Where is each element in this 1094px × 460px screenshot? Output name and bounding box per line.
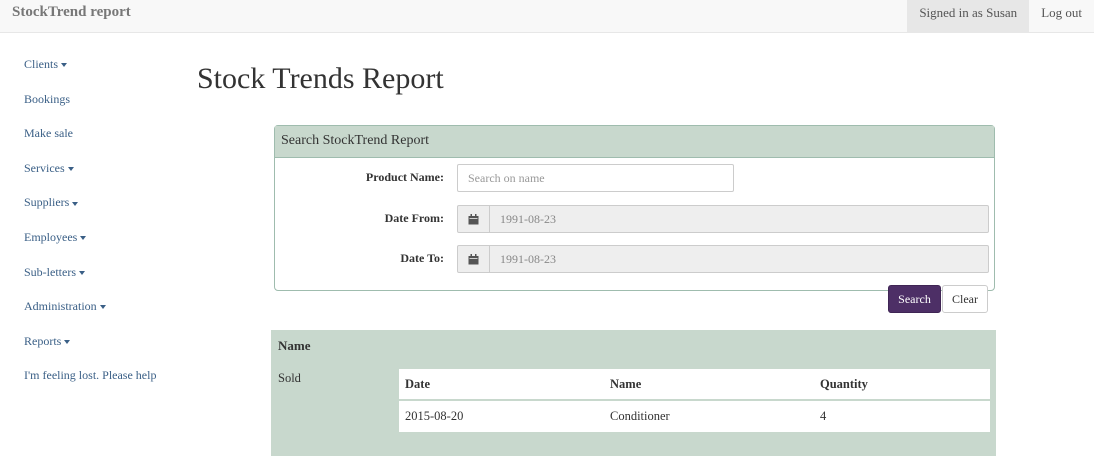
caret-down-icon <box>80 236 87 241</box>
sidebar-item-label: Make sale <box>24 126 73 141</box>
date-from-row: Date From: <box>275 205 994 233</box>
product-name-row: Product Name: <box>275 164 994 192</box>
sidebar-item-administration[interactable]: Administration <box>24 299 184 334</box>
table-header-row: Date Name Quantity <box>399 369 990 401</box>
date-to-input[interactable] <box>490 246 988 272</box>
sidebar-item-services[interactable]: Services <box>24 161 184 196</box>
sidebar-item-suppliers[interactable]: Suppliers <box>24 195 184 230</box>
navbar-right: Signed in as Susan Log out <box>907 0 1094 32</box>
sidebar-item-reports[interactable]: Reports <box>24 334 184 369</box>
sidebar-item-label: Administration <box>24 299 97 314</box>
sidebar-item-label: Bookings <box>24 91 71 106</box>
cell-quantity: 4 <box>820 409 827 423</box>
sidebar-item-sub-letters[interactable]: Sub-letters <box>24 265 184 300</box>
sidebar-item-label: Suppliers <box>24 195 70 210</box>
results-panel: Name Sold Date Name Quantity 2015-08-20 … <box>271 330 996 456</box>
date-to-row: Date To: <box>275 245 994 273</box>
search-button[interactable]: Search <box>888 285 941 313</box>
search-panel: Search StockTrend Report Product Name: D… <box>274 125 995 291</box>
sidebar-item-label: Clients <box>24 57 59 71</box>
results-table: Date Name Quantity 2015-08-20 Conditione… <box>399 369 990 432</box>
column-header-date: Date <box>399 369 604 401</box>
date-from-label: Date From: <box>384 211 444 225</box>
signed-in-user[interactable]: Signed in as Susan <box>907 0 1030 32</box>
date-to-label: Date To: <box>400 251 444 265</box>
sidebar-item-label: Employees <box>24 229 78 244</box>
date-from-input[interactable] <box>490 206 988 232</box>
brand-link[interactable]: StockTrend report <box>12 4 131 21</box>
column-header-name: Name <box>604 369 814 401</box>
calendar-icon[interactable] <box>458 206 490 232</box>
table-row: 2015-08-20 Conditioner 4 <box>399 400 990 432</box>
caret-down-icon <box>79 270 85 275</box>
sidebar-item-help[interactable]: I'm feeling lost. Please help <box>24 368 184 403</box>
sidebar-item-make-sale[interactable]: Make sale <box>24 126 184 161</box>
cell-date: 2015-08-20 <box>405 409 464 423</box>
page-title: Stock Trends Report <box>197 62 444 95</box>
results-name-header: Name <box>278 338 311 353</box>
top-navbar: StockTrend report Signed in as Susan Log… <box>0 0 1094 33</box>
logout-link[interactable]: Log out <box>1029 0 1094 32</box>
caret-down-icon <box>99 305 106 310</box>
product-name-input[interactable] <box>457 164 734 192</box>
sidebar-item-label: I'm feeling lost. Please help <box>24 368 157 383</box>
product-name-label: Product Name: <box>365 170 444 184</box>
caret-down-icon <box>64 340 71 344</box>
sidebar-item-label: Services <box>24 160 65 175</box>
caret-down-icon <box>67 167 74 172</box>
sidebar-item-bookings[interactable]: Bookings <box>24 92 184 127</box>
clear-button[interactable]: Clear <box>942 285 988 313</box>
date-to-field[interactable] <box>457 245 989 273</box>
results-row-label: Sold <box>278 371 301 385</box>
column-header-quantity: Quantity <box>814 369 990 401</box>
sidebar-item-employees[interactable]: Employees <box>24 230 184 265</box>
date-from-field[interactable] <box>457 205 989 233</box>
search-panel-heading: Search StockTrend Report <box>275 126 994 158</box>
caret-down-icon <box>61 63 68 68</box>
sidebar-item-label: Sub-letters <box>24 264 76 279</box>
sidebar-nav: Clients Bookings Make sale Services Supp… <box>24 57 184 403</box>
calendar-icon[interactable] <box>458 246 490 272</box>
sidebar-item-clients[interactable]: Clients <box>24 57 184 92</box>
sidebar-item-label: Reports <box>24 333 62 348</box>
cell-name: Conditioner <box>610 409 670 423</box>
caret-down-icon <box>72 201 79 206</box>
